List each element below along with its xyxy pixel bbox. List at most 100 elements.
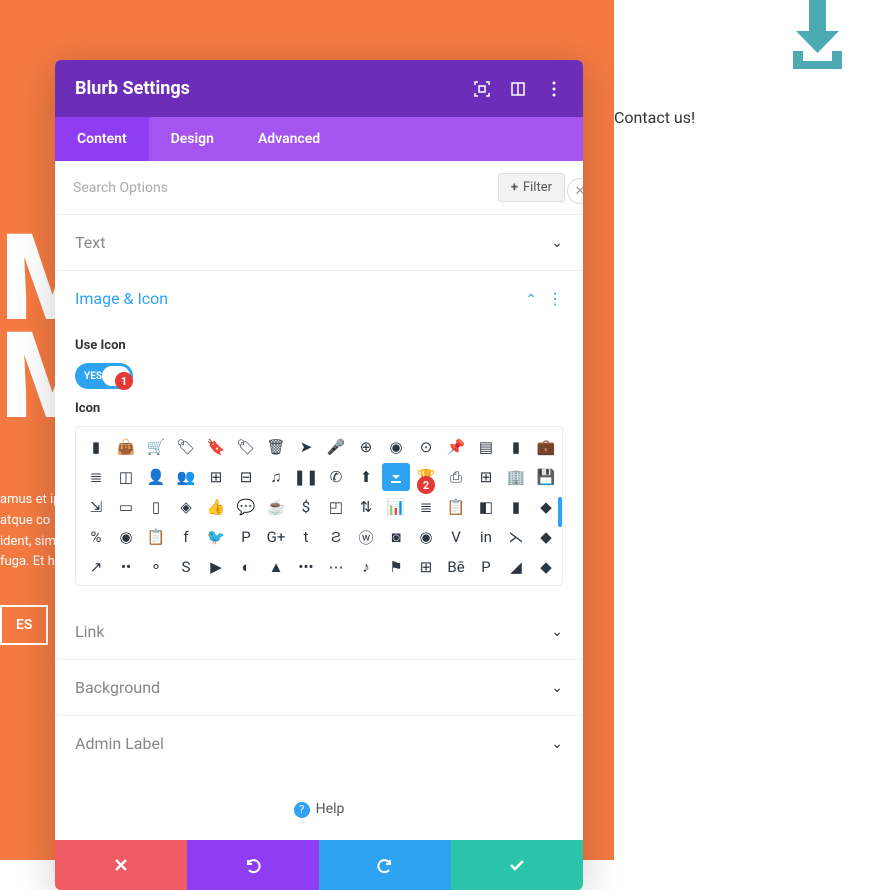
icon-option-chart[interactable]: 📊 (382, 493, 410, 521)
icon-option-dribbble[interactable]: ◉ (412, 523, 440, 551)
icon-option-bookmark[interactable]: ▮ (82, 433, 110, 461)
icon-option-drive[interactable]: ▲ (262, 553, 290, 581)
icon-option-cart[interactable]: 🛒 (142, 433, 170, 461)
icon-option-group[interactable]: ◫ (112, 463, 140, 491)
section-background[interactable]: Background ⌄ (55, 660, 583, 716)
icon-option-user[interactable]: 👤 (142, 463, 170, 491)
tab-advanced[interactable]: Advanced (236, 117, 342, 161)
section-menu-icon[interactable]: ⋮ (547, 289, 563, 308)
icon-option-bookmark2[interactable]: ▮ (502, 433, 530, 461)
icon-option-shapes[interactable]: ◈ (172, 493, 200, 521)
icon-option-picasa[interactable]: ◐ (232, 553, 260, 581)
icon-option-stack[interactable]: ≣ (82, 463, 110, 491)
icon-option-dots2[interactable]: ⋯ (322, 553, 350, 581)
section-image-icon[interactable]: Image & Icon ⌃⋮ (55, 271, 583, 326)
icon-option-offset2[interactable]: ◆ (532, 523, 560, 551)
icon-option-flickr[interactable]: •• (112, 553, 140, 581)
icon-option-thumbtack[interactable]: 📌 (442, 433, 470, 461)
icon-option-deviant[interactable]: ◢ (502, 553, 530, 581)
save-button[interactable] (451, 840, 583, 890)
icon-option-tag[interactable]: 🏷 (172, 433, 200, 461)
icon-option-rss[interactable]: ⋋ (502, 523, 530, 551)
icon-option-comment[interactable]: 💬 (232, 493, 260, 521)
icon-option-cursor[interactable]: ➤ (292, 433, 320, 461)
icon-option-download[interactable] (382, 463, 410, 491)
icon-option-upload[interactable]: ⬆ (352, 463, 380, 491)
icon-option-like[interactable]: 👍 (202, 493, 230, 521)
icon-option-music[interactable]: ♫ (262, 463, 290, 491)
search-input[interactable]: Search Options (73, 180, 168, 196)
menu-dots-icon[interactable] (545, 80, 563, 98)
icon-option-mic[interactable]: 🎤 (322, 433, 350, 461)
icon-option-vimeo[interactable]: V (442, 523, 470, 551)
icon-option-tumblr[interactable]: t (292, 523, 320, 551)
icon-option-youtube[interactable]: ▶ (202, 553, 230, 581)
close-button[interactable] (55, 840, 187, 890)
icon-option-linkedin[interactable]: in (472, 523, 500, 551)
icon-option-pinterest[interactable]: P (232, 523, 260, 551)
icon-option-facebook[interactable]: f (172, 523, 200, 551)
icon-option-windows[interactable]: ⊞ (412, 553, 440, 581)
icon-option-save[interactable]: 💾 (532, 463, 560, 491)
icon-option-phone[interactable]: ✆ (322, 463, 350, 491)
icon-option-bag[interactable]: 👜 (112, 433, 140, 461)
section-link[interactable]: Link ⌄ (55, 604, 583, 660)
icon-option-tablet[interactable]: ▯ (142, 493, 170, 521)
icon-option-people[interactable]: ⇅ (352, 493, 380, 521)
filter-button[interactable]: +Filter (498, 173, 565, 202)
icon-option-skype[interactable]: S (172, 553, 200, 581)
icon-option-trash[interactable]: 🗑 (262, 433, 290, 461)
icon-option-users[interactable]: 👥 (172, 463, 200, 491)
icon-option-pin[interactable]: ◉ (382, 433, 410, 461)
icon-option-laptop[interactable]: ▭ (112, 493, 140, 521)
icon-option-bars[interactable]: ▮ (502, 493, 530, 521)
icon-option-th[interactable]: ⊞ (202, 463, 230, 491)
icon-option-flagcircle[interactable]: ⚑ (382, 553, 410, 581)
undo-button[interactable] (187, 840, 319, 890)
help-link[interactable]: ?Help (55, 771, 583, 840)
icon-option-stumble[interactable]: Ƨ (322, 523, 350, 551)
icon-option-collapse[interactable]: ⇲ (82, 493, 110, 521)
expand-icon[interactable] (473, 80, 491, 98)
icon-option-coffee[interactable]: ☕ (262, 493, 290, 521)
icon-option-dots1[interactable]: ••• (292, 553, 320, 581)
icon-option-circle[interactable]: ◉ (112, 523, 140, 551)
icon-option-compass[interactable]: ⊕ (352, 433, 380, 461)
icon-option-tag2[interactable]: 🔖 (202, 433, 230, 461)
icon-option-database[interactable]: ≣ (412, 493, 440, 521)
icon-option-myspace[interactable]: ⚬ (142, 553, 170, 581)
icon-option-pin2[interactable]: ⊙ (412, 433, 440, 461)
icon-option-spotify[interactable]: ♪ (352, 553, 380, 581)
icon-option-wordpress[interactable]: ⓦ (352, 523, 380, 551)
tab-design[interactable]: Design (149, 117, 236, 161)
icon-option-wallet[interactable]: ◰ (322, 493, 350, 521)
icon-option-share[interactable]: ↗ (82, 553, 110, 581)
icon-option-grid[interactable]: ⊟ (232, 463, 260, 491)
redo-button[interactable] (319, 840, 451, 890)
icon-option-twitter[interactable]: 🐦 (202, 523, 230, 551)
icon-option-dollar[interactable]: $ (292, 493, 320, 521)
icon-option-paypal[interactable]: P (472, 553, 500, 581)
icon-option-doc[interactable]: ▤ (472, 433, 500, 461)
columns-icon[interactable] (509, 80, 527, 98)
icon-option-clipboard[interactable]: 📋 (442, 493, 470, 521)
icon-option-tags[interactable]: 🏷 (232, 433, 260, 461)
icon-option-offset[interactable]: ◆ (532, 493, 560, 521)
section-admin-label[interactable]: Admin Label ⌄ (55, 716, 583, 771)
tab-content[interactable]: Content (55, 117, 149, 161)
icon-option-cube[interactable]: ◧ (472, 493, 500, 521)
icon-option-paste[interactable]: 📋 (142, 523, 170, 551)
icon-option-pause[interactable]: ❚❚ (292, 463, 320, 491)
icon-option-instagram[interactable]: ◙ (382, 523, 410, 551)
icon-option-building[interactable]: 🏢 (502, 463, 530, 491)
scrollbar-thumb[interactable] (558, 497, 562, 527)
icon-option-briefcase[interactable]: 💼 (532, 433, 560, 461)
icon-option-offset3[interactable]: ◆ (532, 553, 560, 581)
icon-option-print[interactable]: ⎙ (442, 463, 470, 491)
icon-option-behance[interactable]: Bē (442, 553, 470, 581)
section-text[interactable]: Text ⌄ (55, 215, 583, 271)
icon-option-percent[interactable]: % (82, 523, 110, 551)
icon-option-gplus[interactable]: G+ (262, 523, 290, 551)
icon-option-calc[interactable]: ⊞ (472, 463, 500, 491)
hero-button[interactable]: ES (0, 605, 48, 645)
